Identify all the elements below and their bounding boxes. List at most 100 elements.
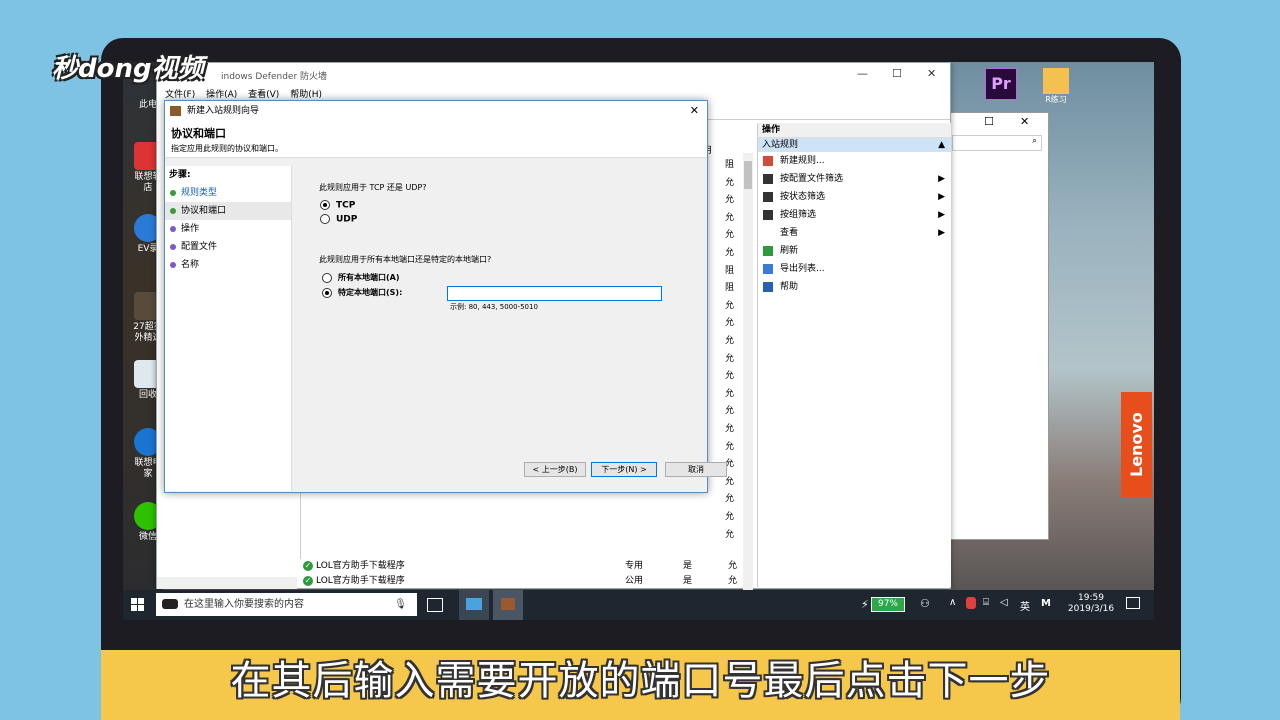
rule-action-cell: 允 (725, 388, 735, 399)
cortana-icon (162, 599, 178, 609)
battery-indicator[interactable]: 97% (871, 597, 905, 612)
language-indicator[interactable]: 英 (1020, 598, 1030, 613)
table-row[interactable]: ✓ LOL官方助手下载程序 专用 是 允 (303, 559, 753, 574)
action-item[interactable]: 帮助 (758, 278, 951, 296)
radio-tcp[interactable]: TCP (320, 200, 355, 211)
firewall-titlebar[interactable]: indows Defender 防火墙 — ☐ ✕ (157, 63, 950, 87)
step-current-icon (170, 208, 176, 214)
port-input[interactable] (447, 286, 662, 301)
network-icon[interactable]: ⌸ (983, 597, 989, 608)
close-icon[interactable]: ✕ (690, 101, 699, 121)
step-pending-icon (170, 262, 176, 268)
submenu-arrow-icon: ▶ (938, 210, 945, 220)
microphone-icon[interactable]: 🎙 (394, 593, 407, 616)
action-item-label: 查看 (780, 228, 799, 238)
radio-specific-ports[interactable]: 特定本地端口(S): (322, 287, 402, 298)
vscroll-thumb[interactable] (744, 161, 752, 189)
step-label: 名称 (181, 260, 200, 270)
action-item[interactable]: 查看 ▶ (758, 224, 951, 242)
cancel-button[interactable]: 取消 (665, 462, 727, 477)
action-item[interactable]: 新建规则... (758, 152, 951, 170)
background-window[interactable]: ☐ ✕ ⌕ (949, 112, 1049, 540)
premiere-icon[interactable]: Pr (985, 68, 1017, 100)
step-pending-icon (170, 226, 176, 232)
actions-pane: 操作 入站规则 ▲ 新建规则... 按配置文件筛选 ▶ 按状态筛选 ▶ 按组筛选 ▶ 查看 ▶ 刷新… (757, 123, 951, 587)
lenovo-logo: Lenovo (1121, 392, 1152, 497)
folder-shape (1043, 68, 1069, 94)
list-vscrollbar[interactable] (743, 153, 753, 619)
rule-action-cell: 允 (725, 529, 735, 540)
close-icon[interactable]: ✕ (927, 67, 936, 80)
submenu-arrow-icon: ▶ (938, 192, 945, 202)
action-item[interactable]: 导出列表... (758, 260, 951, 278)
action-item[interactable]: 刷新 (758, 242, 951, 260)
tray-app-icon[interactable] (966, 597, 976, 609)
clock[interactable]: 19:59 2019/3/16 (1067, 593, 1115, 615)
rule-action-cell: 允 (725, 424, 735, 434)
allow-check-icon: ✓ (303, 560, 313, 571)
next-button[interactable]: 下一步(N) > (591, 462, 657, 477)
wizard-header: 协议和端口 指定应用此规则的协议和端口。 (165, 121, 707, 158)
menu-view[interactable]: 查看(V) (248, 87, 279, 100)
radio-all-ports-label: 所有本地端口(A) (338, 273, 400, 282)
radio-checked-icon (322, 287, 332, 298)
back-button[interactable]: < 上一步(B) (524, 462, 586, 477)
minimize-icon[interactable]: — (857, 67, 868, 80)
radio-checked-icon (320, 200, 330, 210)
export-icon (763, 264, 773, 274)
taskbar-search[interactable]: 在这里输入你要搜索的内容 🎙 (156, 593, 417, 616)
bg-window-search[interactable]: ⌕ (952, 135, 1042, 151)
bg-window-max-icon[interactable]: ☐ (984, 115, 994, 128)
filter-icon (763, 174, 773, 184)
taskbar-app-explorer[interactable] (459, 590, 489, 620)
step-action[interactable]: 操作 (165, 220, 291, 238)
action-item-label: 按状态筛选 (780, 192, 826, 202)
action-item[interactable]: 按组筛选 ▶ (758, 206, 951, 224)
step-pending-icon (170, 244, 176, 250)
collapse-icon[interactable]: ▲ (938, 138, 945, 152)
action-item-label: 新建规则... (780, 156, 825, 166)
rule-name: LOL官方助手下载程序 (316, 576, 405, 586)
action-item[interactable]: 按状态筛选 ▶ (758, 188, 951, 206)
radio-udp[interactable]: UDP (320, 214, 357, 225)
rule-profile: 专用 (625, 561, 644, 571)
rule-action-cell: 允 (725, 441, 735, 452)
start-windows-icon[interactable] (131, 598, 145, 612)
step-rule-type[interactable]: 规则类型 (165, 184, 291, 202)
channel-logo: 秒dong视频 (52, 54, 204, 84)
step-protocol-ports[interactable]: 协议和端口 (165, 202, 291, 220)
menu-file[interactable]: 文件(F) (165, 87, 195, 100)
table-row[interactable]: ✓ LOL官方助手下载程序 公用 是 允 (303, 574, 753, 589)
premiere-icon-label: Pr (991, 74, 1011, 93)
volume-icon[interactable]: ◁ (1000, 597, 1008, 608)
port-example: 示例: 80, 443, 5000-5010 (450, 303, 538, 311)
show-hidden-icons-icon[interactable]: ∧ (949, 597, 956, 608)
maximize-icon[interactable]: ☐ (892, 67, 902, 80)
notifications-icon[interactable] (1126, 597, 1140, 609)
people-icon[interactable]: ⚇ (920, 597, 930, 610)
step-name[interactable]: 名称 (165, 256, 291, 274)
taskbar: 在这里输入你要搜索的内容 🎙 ⚡ 97% ⚇ ∧ ⌸ ◁ 英 M 19:59 20… (123, 590, 1154, 620)
power-plug-icon[interactable]: ⚡ (861, 598, 869, 611)
rule-action-cell: 允 (725, 371, 735, 382)
radio-all-ports[interactable]: 所有本地端口(A) (322, 272, 400, 283)
rule-action-cell: 允 (725, 406, 735, 417)
clock-date: 2019/3/16 (1067, 604, 1115, 614)
action-item[interactable]: 按配置文件筛选 ▶ (758, 170, 951, 188)
task-view-icon[interactable] (427, 598, 443, 612)
bg-window-close-icon[interactable]: ✕ (1020, 115, 1029, 128)
submenu-arrow-icon: ▶ (938, 174, 945, 184)
step-profile[interactable]: 配置文件 (165, 238, 291, 256)
new-inbound-rule-wizard[interactable]: 新建入站规则向导 ✕ 协议和端口 指定应用此规则的协议和端口。 步骤: 规则类型… (164, 100, 727, 493)
ime-indicator[interactable]: M (1041, 598, 1051, 609)
rule-action-cell: 允 (725, 336, 735, 346)
radio-udp-label: UDP (336, 214, 358, 225)
folder-icon[interactable]: R练习 (1041, 68, 1071, 108)
nav-hscrollbar[interactable] (157, 577, 297, 589)
actions-section-inbound[interactable]: 入站规则 ▲ (758, 138, 951, 152)
protocol-question: 此规则应用于 TCP 还是 UDP? (319, 183, 427, 192)
taskbar-app-firewall[interactable] (493, 590, 523, 620)
wizard-titlebar[interactable]: 新建入站规则向导 ✕ (165, 101, 707, 121)
menu-action[interactable]: 操作(A) (206, 87, 237, 100)
menu-help[interactable]: 帮助(H) (290, 87, 322, 100)
